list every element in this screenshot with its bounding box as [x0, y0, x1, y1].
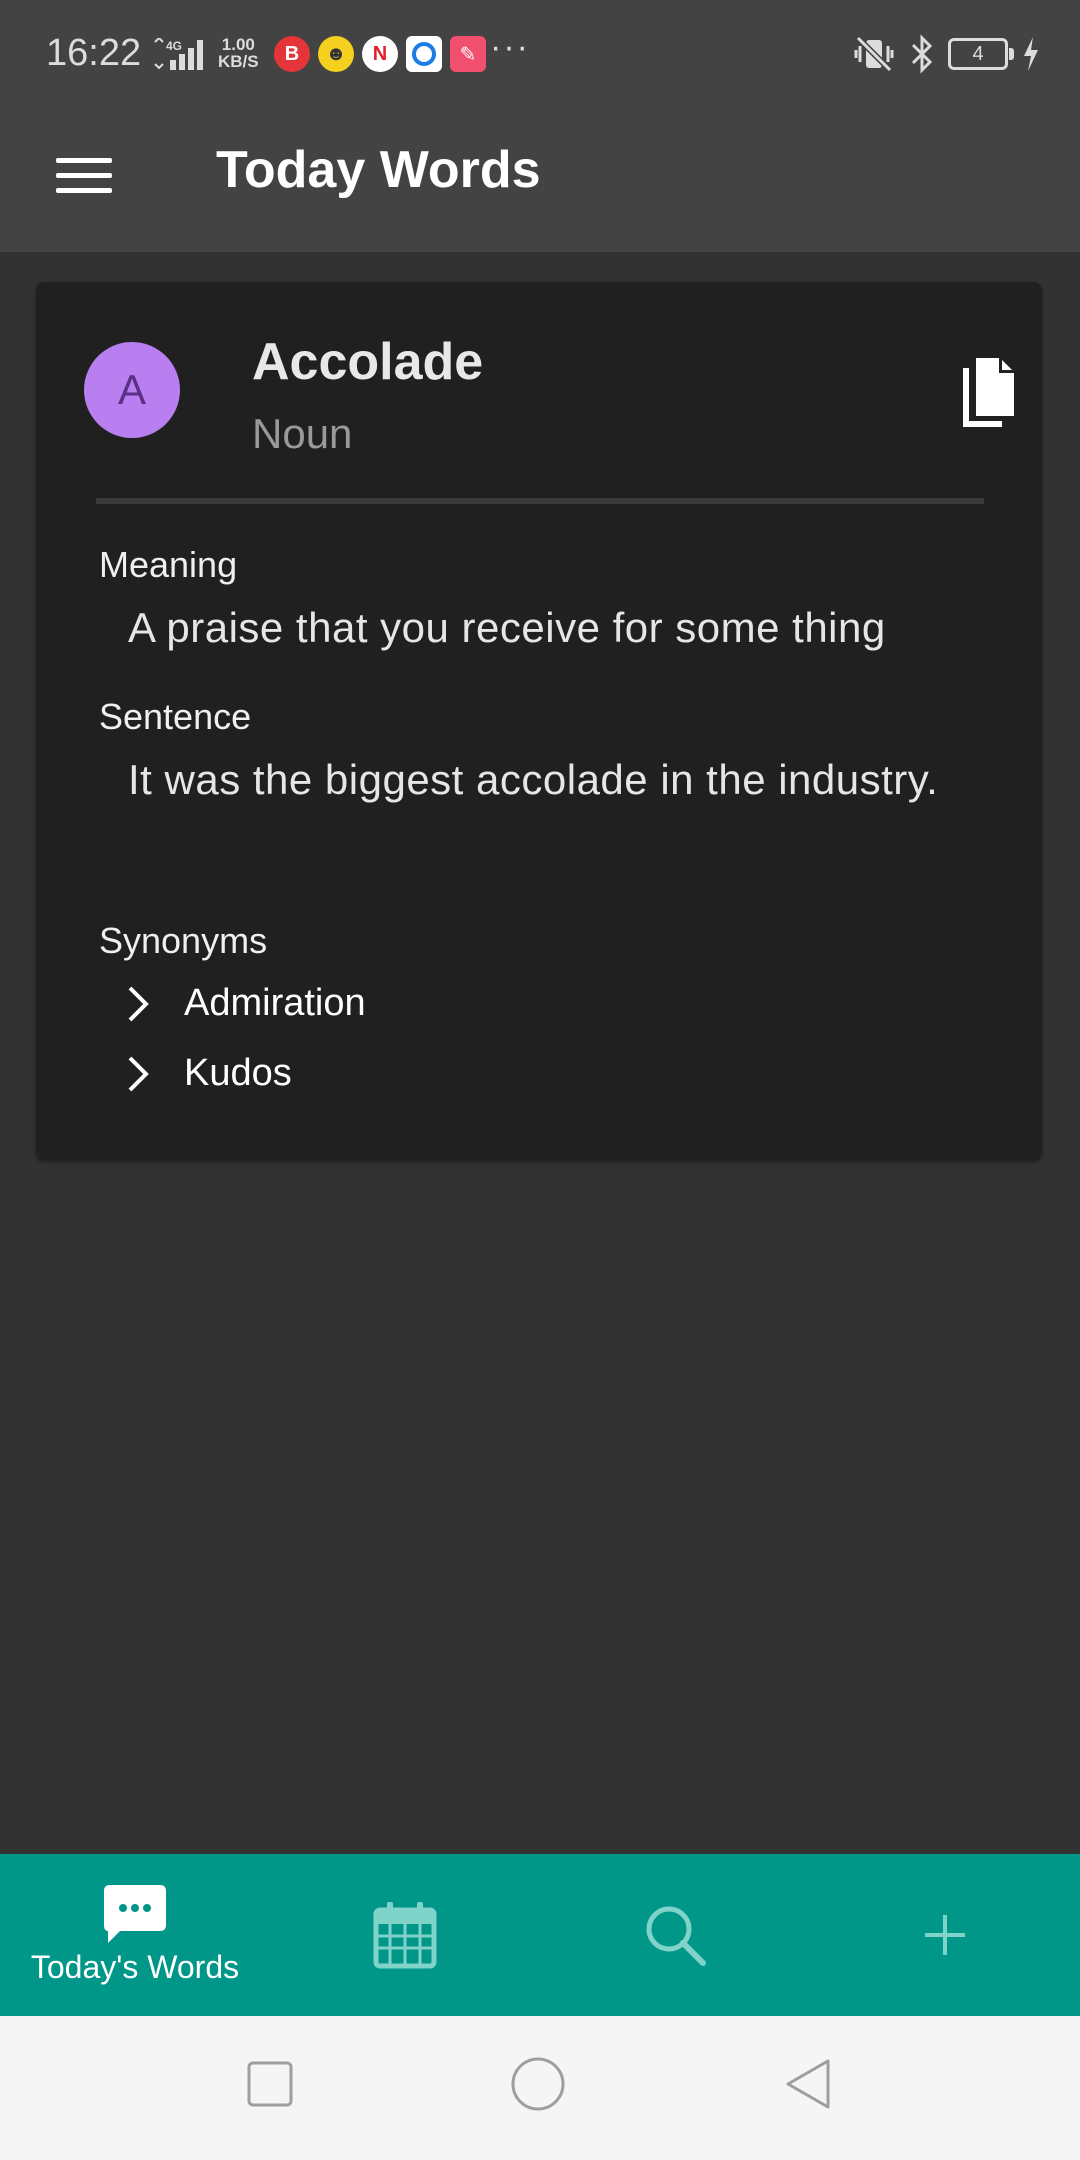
app-bar: Today Words — [0, 110, 1080, 252]
synonym-item[interactable]: Kudos — [122, 1052, 292, 1095]
chat-icon — [104, 1884, 166, 1943]
calendar-icon — [373, 1902, 437, 1969]
page-title: Today Words — [216, 141, 541, 199]
chevron-right-icon — [128, 1056, 149, 1091]
net-type-label: 4G — [166, 39, 182, 53]
bluetooth-icon — [911, 34, 933, 74]
part-of-speech: Noun — [252, 410, 353, 457]
synonyms-label: Synonyms — [99, 920, 268, 961]
recent-apps-icon[interactable] — [246, 2060, 294, 2108]
speed-unit: KB/S — [218, 52, 259, 71]
network-speed: 1.00 KB/S — [218, 36, 259, 70]
synonym-label: Admiration — [184, 982, 366, 1024]
sentence-text: It was the biggest accolade in the indus… — [128, 756, 939, 803]
speed-value: 1.00 — [221, 35, 255, 54]
chevron-right-icon — [128, 986, 149, 1021]
battery-level: 4 — [972, 42, 984, 65]
sentence-label: Sentence — [99, 696, 252, 737]
browser-app-icon — [406, 36, 442, 72]
synonym-item[interactable]: Admiration — [122, 982, 366, 1025]
vibrate-off-icon — [854, 35, 894, 73]
status-time: 16:22 — [46, 32, 142, 74]
copy-icon[interactable] — [960, 358, 1016, 428]
meaning-text: A praise that you receive for some thing — [128, 604, 886, 651]
system-navigation-bar — [0, 2016, 1080, 2160]
charging-icon — [1024, 37, 1038, 71]
tab-calendar[interactable] — [270, 1854, 540, 2016]
meaning-label: Meaning — [99, 544, 238, 585]
status-bar: 16:22 4G 1.00 KB/S B ☻ N ✎ ··· 4 — [0, 0, 1080, 110]
search-icon — [646, 1906, 706, 1966]
add-icon — [925, 1915, 965, 1955]
battery-icon: 4 — [948, 38, 1014, 70]
news-app-icon: N — [362, 36, 398, 72]
tab-search[interactable] — [540, 1854, 810, 2016]
emoji-app-icon: ☻ — [318, 36, 354, 72]
pin-app-icon: ✎ — [450, 36, 486, 72]
notification-icons: B ☻ N ✎ — [274, 36, 486, 72]
word-title: Accolade — [252, 333, 484, 391]
app-notification-icon: B — [274, 36, 310, 72]
home-icon[interactable] — [510, 2056, 566, 2112]
tab-label: Today's Words — [30, 1948, 240, 1985]
divider — [96, 498, 984, 504]
avatar: A — [84, 342, 180, 438]
signal-icon: 4G — [154, 38, 203, 70]
word-card: A Accolade Noun Meaning A praise that yo… — [36, 282, 1042, 1160]
status-right: 4 — [852, 34, 1040, 74]
tab-add[interactable] — [810, 1854, 1080, 2016]
synonym-label: Kudos — [184, 1052, 292, 1094]
tab-todays-words[interactable]: Today's Words — [0, 1854, 270, 2016]
more-notifications-icon: ··· — [490, 28, 530, 66]
back-icon[interactable] — [784, 2058, 832, 2110]
menu-icon[interactable] — [48, 150, 120, 212]
bottom-navigation: Today's Words — [0, 1854, 1080, 2016]
